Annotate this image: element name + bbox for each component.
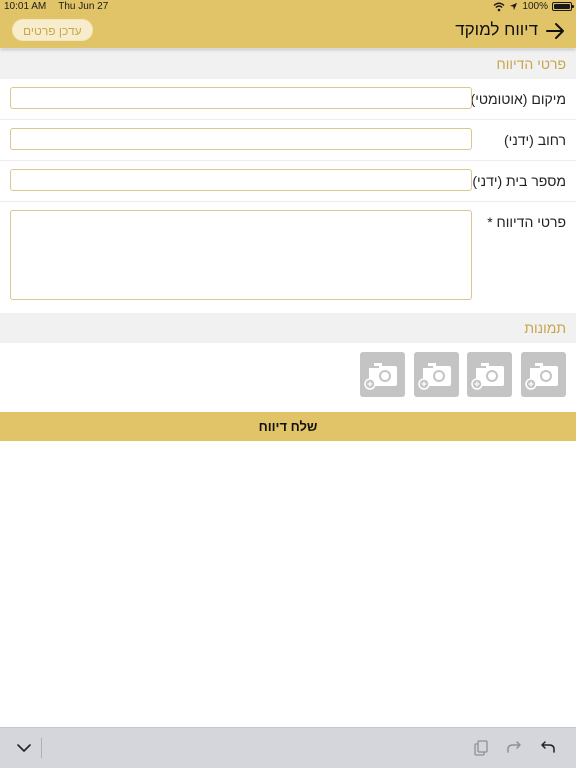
report-details-label: פרטי הדיווח * (487, 214, 566, 230)
add-photo-camera-icon (364, 363, 397, 390)
clipboard-icon[interactable] (470, 738, 490, 758)
status-time: 10:01 AM (4, 1, 47, 12)
street-label: רחוב (ידני) (504, 132, 566, 148)
battery-icon (552, 2, 574, 11)
report-details-row: פרטי הדיווח * (0, 202, 576, 313)
add-photo-camera-icon (471, 363, 504, 390)
location-row: מיקום (אוטומטי) (0, 79, 576, 120)
toolbar-divider (41, 738, 42, 758)
nav-bar: דיווח למוקד עדכן פרטים (0, 14, 576, 48)
location-label: מיקום (אוטומטי) (470, 91, 566, 107)
add-photo-camera-icon (418, 363, 451, 390)
add-photo-slot-3[interactable] (414, 352, 459, 397)
status-bar: 10:01 AM Thu Jun 27 100% (0, 0, 576, 14)
location-arrow-icon (510, 2, 518, 11)
arrow-right-icon[interactable] (544, 20, 566, 42)
battery-percent: 100% (522, 1, 548, 12)
report-details-header: פרטי הדיווח (0, 49, 576, 79)
house-number-label: מספר בית (ידני) (472, 173, 566, 189)
street-input[interactable] (10, 128, 472, 150)
submit-report-button[interactable]: שלח דיווח (0, 412, 576, 441)
house-number-row: מספר בית (ידני) (0, 161, 576, 202)
undo-icon[interactable] (538, 738, 558, 758)
street-row: רחוב (ידני) (0, 120, 576, 161)
add-photo-camera-icon (525, 363, 558, 390)
chevron-down-icon[interactable] (14, 738, 34, 758)
redo-icon[interactable] (504, 738, 524, 758)
add-photo-slot-1[interactable] (521, 352, 566, 397)
wifi-icon (493, 2, 505, 11)
photos-row (0, 343, 576, 411)
add-photo-slot-4[interactable] (360, 352, 405, 397)
page-title: דיווח למוקד (455, 20, 538, 39)
keyboard-toolbar (0, 727, 576, 768)
photos-header: תמונות (0, 313, 576, 343)
status-date: Thu Jun 27 (58, 1, 109, 12)
add-photo-slot-2[interactable] (467, 352, 512, 397)
location-input[interactable] (10, 87, 472, 109)
house-number-input[interactable] (10, 169, 472, 191)
report-details-textarea[interactable] (10, 210, 472, 300)
update-details-button[interactable]: עדכן פרטים (12, 19, 93, 41)
